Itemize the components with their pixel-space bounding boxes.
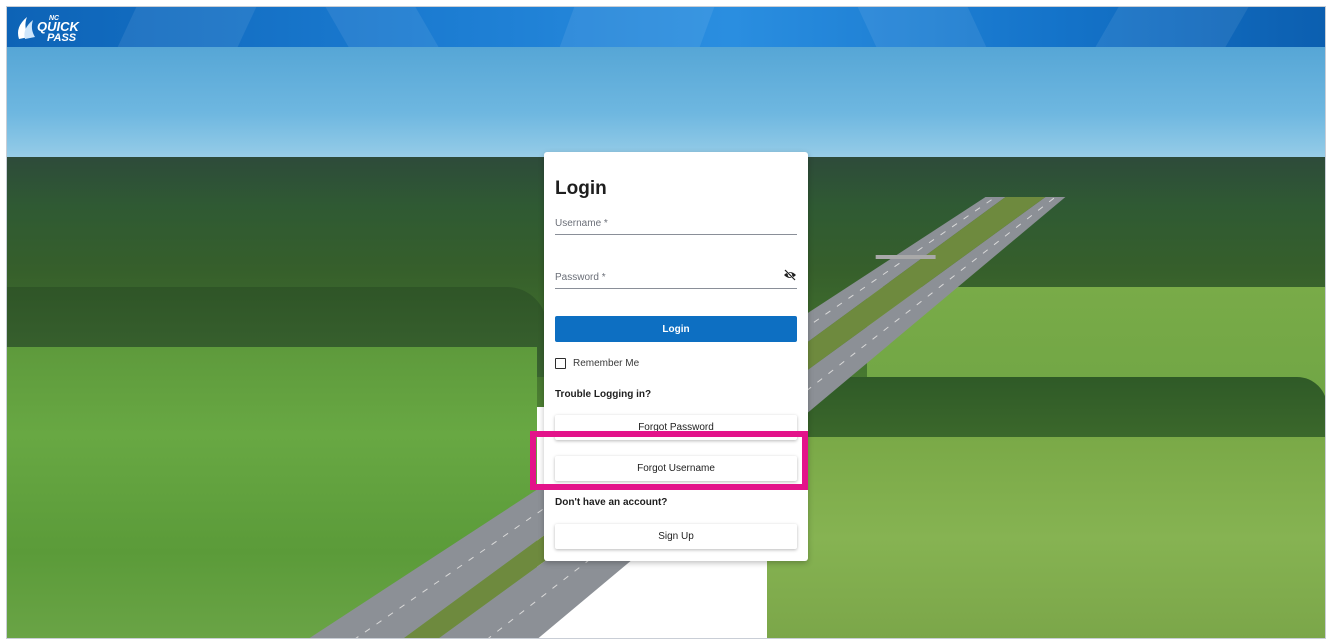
sign-up-button[interactable]: Sign Up — [555, 524, 797, 549]
remember-me-label[interactable]: Remember Me — [573, 358, 639, 369]
username-field[interactable]: Username * — [555, 213, 797, 235]
eye-slash-icon[interactable] — [783, 269, 797, 281]
login-card: Login Username * Password * Login Rememb… — [544, 152, 808, 561]
no-account-heading: Don't have an account? — [555, 497, 668, 508]
site-header: NC QUICK PASS — [7, 7, 1325, 47]
password-field[interactable]: Password * — [555, 267, 797, 289]
password-input[interactable] — [555, 267, 797, 288]
username-input[interactable] — [555, 213, 797, 234]
remember-me-row[interactable]: Remember Me — [555, 358, 639, 369]
remember-me-checkbox[interactable] — [555, 358, 566, 369]
login-title: Login — [555, 178, 607, 199]
trouble-heading: Trouble Logging in? — [555, 389, 652, 400]
forgot-username-button[interactable]: Forgot Username — [555, 456, 797, 481]
nc-quick-pass-logo[interactable]: NC QUICK PASS — [13, 11, 105, 43]
login-button[interactable]: Login — [555, 316, 797, 342]
page-frame: NC QUICK PASS Login Username * Password … — [6, 6, 1326, 639]
svg-text:PASS: PASS — [47, 32, 77, 43]
forgot-password-button[interactable]: Forgot Password — [555, 415, 797, 440]
